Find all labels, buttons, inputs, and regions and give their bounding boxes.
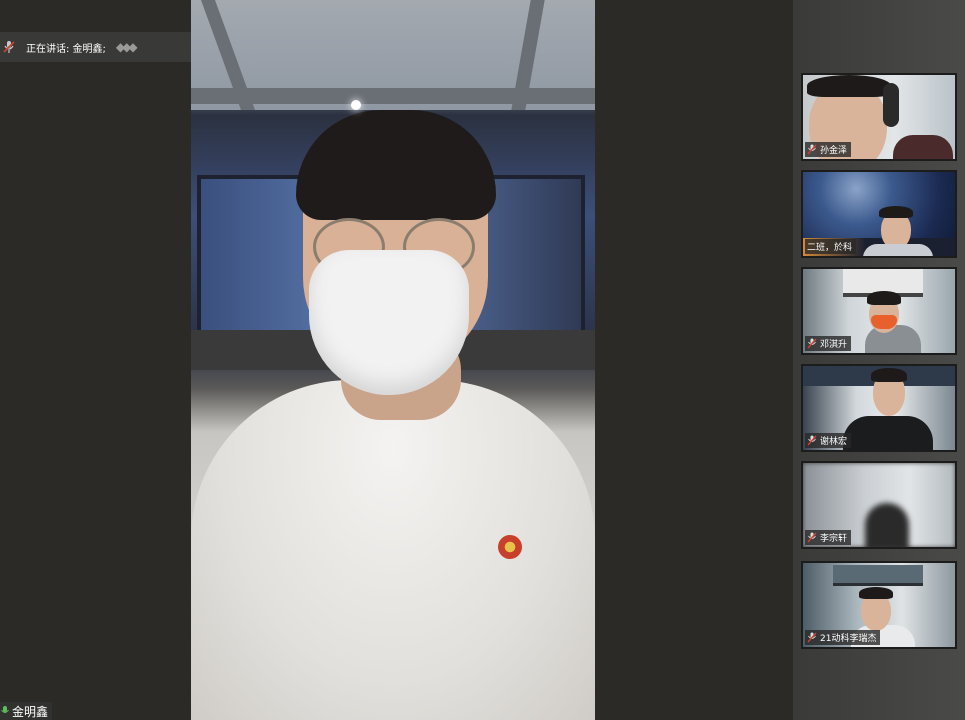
- participant-tile[interactable]: 21动科李瑞杰: [801, 561, 957, 649]
- participant-tile[interactable]: 孙金泽: [801, 73, 957, 161]
- participant-tile[interactable]: 邓淇升: [801, 267, 957, 355]
- participant-label: 二班，於科: [805, 239, 857, 254]
- participant-label: 邓淇升: [805, 336, 852, 351]
- participant-gallery[interactable]: 孙金泽 二班，於科 邓淇升 谢林宏 李宗轩 21动科李瑞杰: [793, 0, 965, 720]
- main-speaker-name: 金明鑫: [12, 704, 49, 719]
- muted-mic-icon: [807, 338, 817, 349]
- muted-mic-icon: [807, 532, 817, 543]
- muted-mic-icon: [807, 632, 817, 643]
- participant-name: 李宗轩: [820, 534, 848, 544]
- participant-label: 谢林宏: [805, 433, 852, 448]
- main-video-feed[interactable]: [191, 0, 595, 720]
- muted-mic-icon: [807, 435, 817, 446]
- muted-mic-icon: [3, 41, 15, 53]
- meeting-stage: 正在讲话: 金明鑫; ◆◆◆ 金明鑫: [0, 0, 793, 720]
- pin-badge: [498, 535, 522, 559]
- muted-mic-icon: [807, 144, 817, 155]
- speaking-text: 正在讲话: 金明鑫;: [26, 43, 106, 55]
- participant-name: 孙金泽: [820, 146, 848, 156]
- active-speaker-indicator: 正在讲话: 金明鑫; ◆◆◆: [0, 32, 197, 62]
- participant-label: 李宗轩: [805, 530, 852, 545]
- participant-tile[interactable]: 二班，於科: [801, 170, 957, 258]
- participant-tile[interactable]: 谢林宏: [801, 364, 957, 452]
- participant-name: 谢林宏: [820, 437, 848, 447]
- participant-label: 21动科李瑞杰: [805, 630, 881, 645]
- participant-name: 21动科李瑞杰: [820, 634, 877, 644]
- participant-label: 孙金泽: [805, 142, 852, 157]
- participant-name: 邓淇升: [820, 340, 848, 350]
- main-video-name-tag: 金明鑫: [0, 702, 53, 720]
- audio-wave-icon: ◆◆◆: [115, 40, 138, 54]
- mic-icon: [1, 706, 9, 713]
- participant-tile[interactable]: 李宗轩: [801, 461, 957, 549]
- participant-name: 二班，於科: [807, 243, 853, 253]
